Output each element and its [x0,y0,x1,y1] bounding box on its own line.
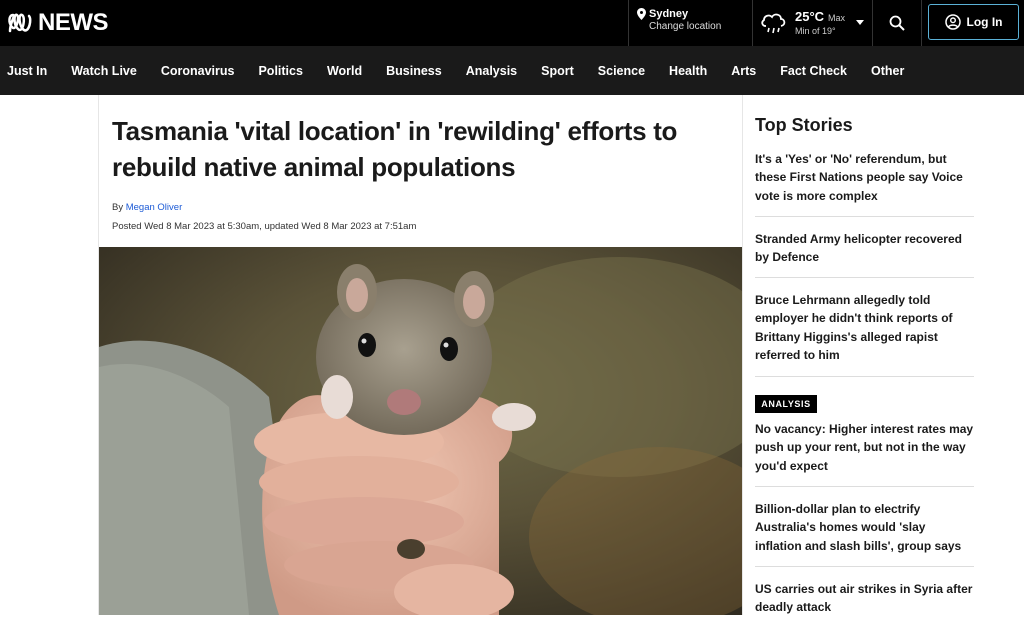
nav-item-coronavirus[interactable]: Coronavirus [161,64,235,78]
top-bar: NEWS Sydney Change location 25°C Max Min … [0,0,1024,46]
location-selector[interactable]: Sydney Change location [628,0,752,46]
divider [755,216,974,217]
nav-item-business[interactable]: Business [386,64,442,78]
login-label: Log In [966,15,1003,29]
nav-item-other[interactable]: Other [871,64,904,78]
top-story-link[interactable]: No vacancy: Higher interest rates may pu… [755,420,974,475]
weather-widget[interactable]: 25°C Max Min of 19° [752,0,872,46]
top-story-link[interactable]: Billion-dollar plan to electrify Austral… [755,500,974,555]
login-button[interactable]: Log In [928,4,1019,40]
nav-item-science[interactable]: Science [598,64,645,78]
byline-prefix: By [112,202,124,213]
nav-item-world[interactable]: World [327,64,362,78]
author-link[interactable]: Megan Oliver [126,202,183,213]
search-icon [889,15,905,31]
nav-item-analysis[interactable]: Analysis [466,64,517,78]
article-dates: Posted Wed 8 Mar 2023 at 5:30am, updated… [112,221,417,232]
nav-item-watch-live[interactable]: Watch Live [71,64,137,78]
abc-news-logo[interactable]: NEWS [6,8,109,38]
weather-temp: 25°C [795,9,825,24]
divider [755,486,974,487]
top-stories-title: Top Stories [755,115,853,135]
top-story-link[interactable]: Stranded Army helicopter recovered by De… [755,230,974,267]
logo-text: NEWS [38,9,109,36]
divider [755,566,974,567]
abc-logo-icon [8,13,32,33]
chevron-down-icon [856,20,864,25]
article: Tasmania 'vital location' in 'rewilding'… [98,95,743,615]
top-story-link[interactable]: US carries out air strikes in Syria afte… [755,580,974,617]
nav-item-sport[interactable]: Sport [541,64,574,78]
divider [755,376,974,377]
top-story-link[interactable]: It's a 'Yes' or 'No' referendum, but the… [755,150,974,205]
analysis-badge: ANALYSIS [755,395,817,413]
nav-item-arts[interactable]: Arts [731,64,756,78]
cloud-rain-icon [761,13,786,34]
location-city: Sydney [649,8,689,20]
location-pin-icon [637,8,646,20]
nav-item-fact-check[interactable]: Fact Check [780,64,847,78]
nav-item-health[interactable]: Health [669,64,707,78]
main-nav: Just In Watch Live Coronavirus Politics … [0,46,1024,95]
search-button[interactable] [872,0,922,46]
weather-max-label: Max [828,13,846,23]
weather-min: Min of 19° [795,26,836,36]
article-headline: Tasmania 'vital location' in 'rewilding'… [112,116,678,182]
hero-image [99,247,742,615]
user-icon [944,14,961,30]
nav-item-just-in[interactable]: Just In [7,64,47,78]
byline: By Megan Oliver [112,202,182,213]
hero-photo [99,247,742,615]
divider [755,277,974,278]
change-location-link[interactable]: Change location [649,21,752,32]
nav-item-politics[interactable]: Politics [258,64,302,78]
top-story-link[interactable]: Bruce Lehrmann allegedly told employer h… [755,291,974,364]
